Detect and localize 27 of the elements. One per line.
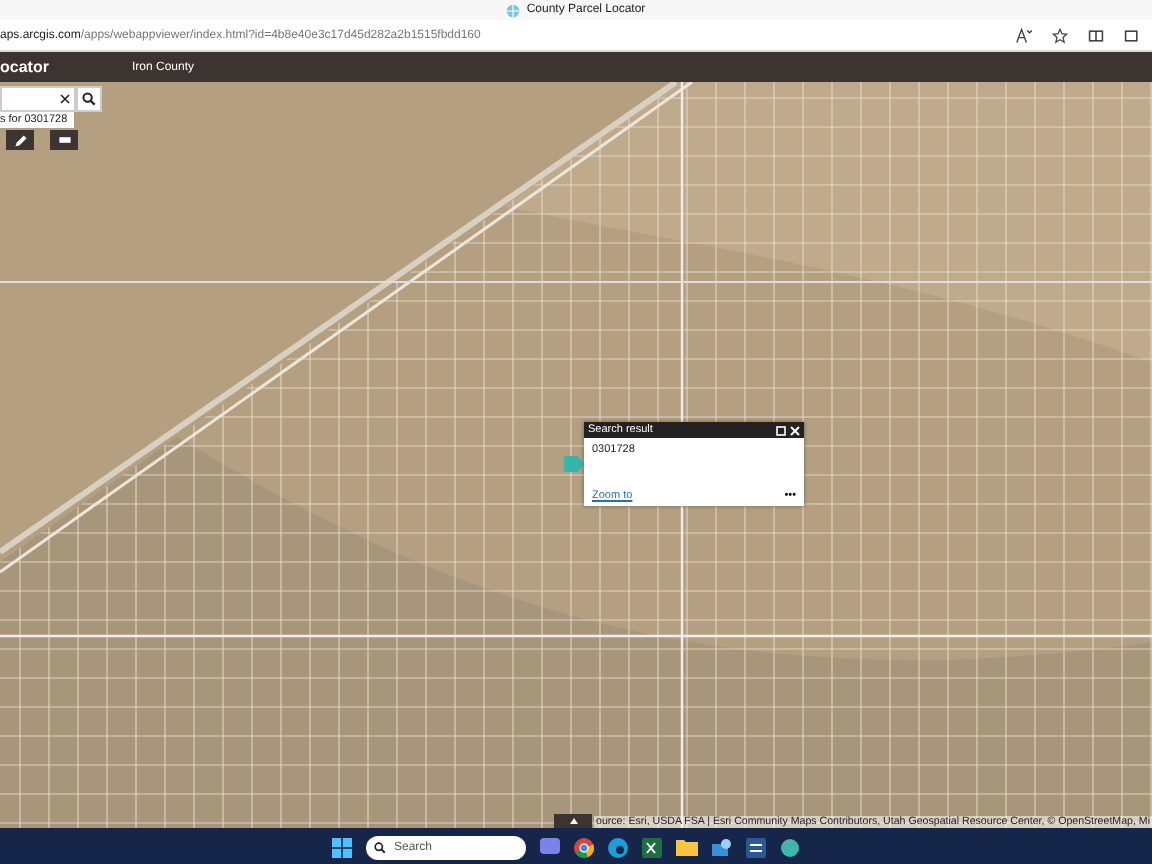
remote-desktop-icon[interactable] <box>712 837 732 857</box>
word-app-icon[interactable] <box>746 837 766 857</box>
search-icon <box>82 92 96 106</box>
close-icon[interactable] <box>790 425 800 435</box>
attribution-toggle-button[interactable] <box>554 814 592 828</box>
edit-tool-button[interactable] <box>6 130 34 150</box>
chrome-browser-icon[interactable] <box>574 837 594 857</box>
print-tool-button[interactable] <box>50 130 78 150</box>
pencil-icon <box>13 133 27 147</box>
maximize-icon[interactable] <box>776 425 786 435</box>
search-field[interactable] <box>0 86 76 112</box>
app-title: ocator <box>0 58 51 76</box>
folder-icon[interactable] <box>676 838 698 856</box>
favorites-icon[interactable] <box>1124 27 1140 43</box>
windows-start-icon[interactable] <box>332 837 352 857</box>
search-button[interactable] <box>76 86 102 112</box>
split-screen-icon[interactable] <box>1088 27 1104 43</box>
caret-up-icon <box>569 818 577 824</box>
location-marker-icon <box>564 456 584 472</box>
edge-browser-icon[interactable] <box>608 837 628 857</box>
star-icon[interactable] <box>1052 27 1068 43</box>
excel-app-icon[interactable] <box>642 837 662 857</box>
chat-app-icon[interactable] <box>540 838 560 856</box>
app-icon[interactable] <box>780 837 800 857</box>
clear-icon[interactable] <box>60 94 70 104</box>
search-icon <box>374 841 386 853</box>
read-aloud-icon[interactable] <box>1016 27 1032 43</box>
